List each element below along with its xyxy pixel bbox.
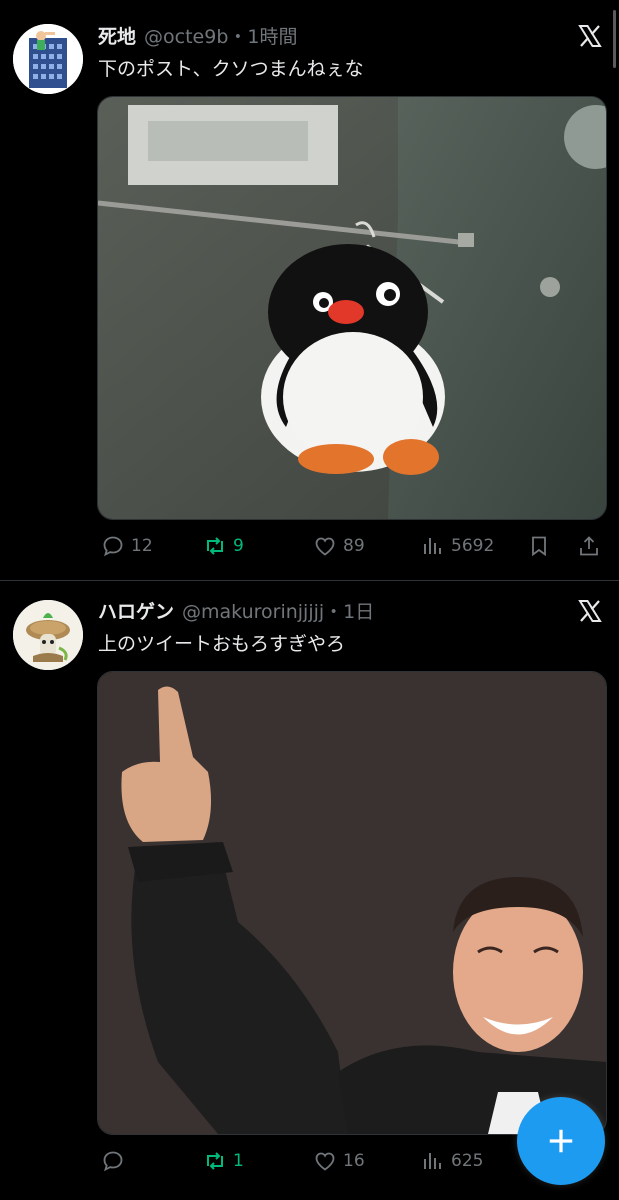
bookmark-icon [532,536,546,557]
share-icon [580,536,598,556]
man-pointing-up-photo [98,672,606,1134]
reply-button[interactable] [101,1146,131,1176]
avatar-image [13,24,83,94]
like-button[interactable]: 16 [313,1146,365,1176]
post-media[interactable] [97,96,607,520]
plus-icon [549,1129,573,1153]
display-name[interactable]: 死地 [98,22,136,49]
x-logo-icon [578,25,602,47]
post[interactable]: 死地 @octe9b・1時間 下のポスト、クソつまんねぇな 12 9 89 56… [0,0,619,581]
share-button[interactable] [577,531,601,561]
views-icon [424,538,441,554]
post-actions: 12 9 89 5692 [97,531,605,561]
bookmark-button[interactable] [527,531,551,561]
avatar[interactable] [13,600,83,670]
reply-icon [103,536,123,557]
retweet-icon [207,1152,223,1170]
reply-count: 12 [131,536,153,556]
post[interactable]: ハロゲン @makurorinjjjjj・1日 上のツイートおもろすぎやろ 1 … [0,581,619,1200]
view-count: 625 [451,1151,484,1171]
x-logo-icon [578,600,602,622]
handle-and-time[interactable]: @octe9b・1時間 [144,22,297,49]
like-icon [315,537,335,556]
post-media[interactable] [97,671,607,1135]
retweet-count: 1 [233,1151,244,1171]
post-text: 下のポスト、クソつまんねぇな [98,58,364,80]
like-count: 89 [343,536,365,556]
post-text: 上のツイートおもろすぎやろ [98,633,346,655]
views-button[interactable]: 625 [421,1146,483,1176]
retweet-button[interactable]: 9 [203,531,244,561]
avatar[interactable] [13,24,83,94]
avatar-image [13,600,83,670]
views-icon [424,1153,441,1169]
reply-icon [103,1151,123,1172]
views-button[interactable]: 5692 [421,531,494,561]
compose-button[interactable] [517,1097,605,1185]
retweet-count: 9 [233,536,244,556]
display-name[interactable]: ハロゲン [98,597,174,624]
like-icon [315,1152,335,1171]
like-button[interactable]: 89 [313,531,365,561]
handle-and-time[interactable]: @makurorinjjjjj・1日 [182,597,374,624]
penguin-plush-photo [98,97,606,519]
view-count: 5692 [451,536,495,556]
retweet-button[interactable]: 1 [203,1146,244,1176]
post-header: 死地 @octe9b・1時間 [98,22,297,48]
retweet-icon [207,537,223,555]
like-count: 16 [343,1151,365,1171]
post-header: ハロゲン @makurorinjjjjj・1日 [98,597,374,623]
reply-button[interactable]: 12 [101,531,153,561]
